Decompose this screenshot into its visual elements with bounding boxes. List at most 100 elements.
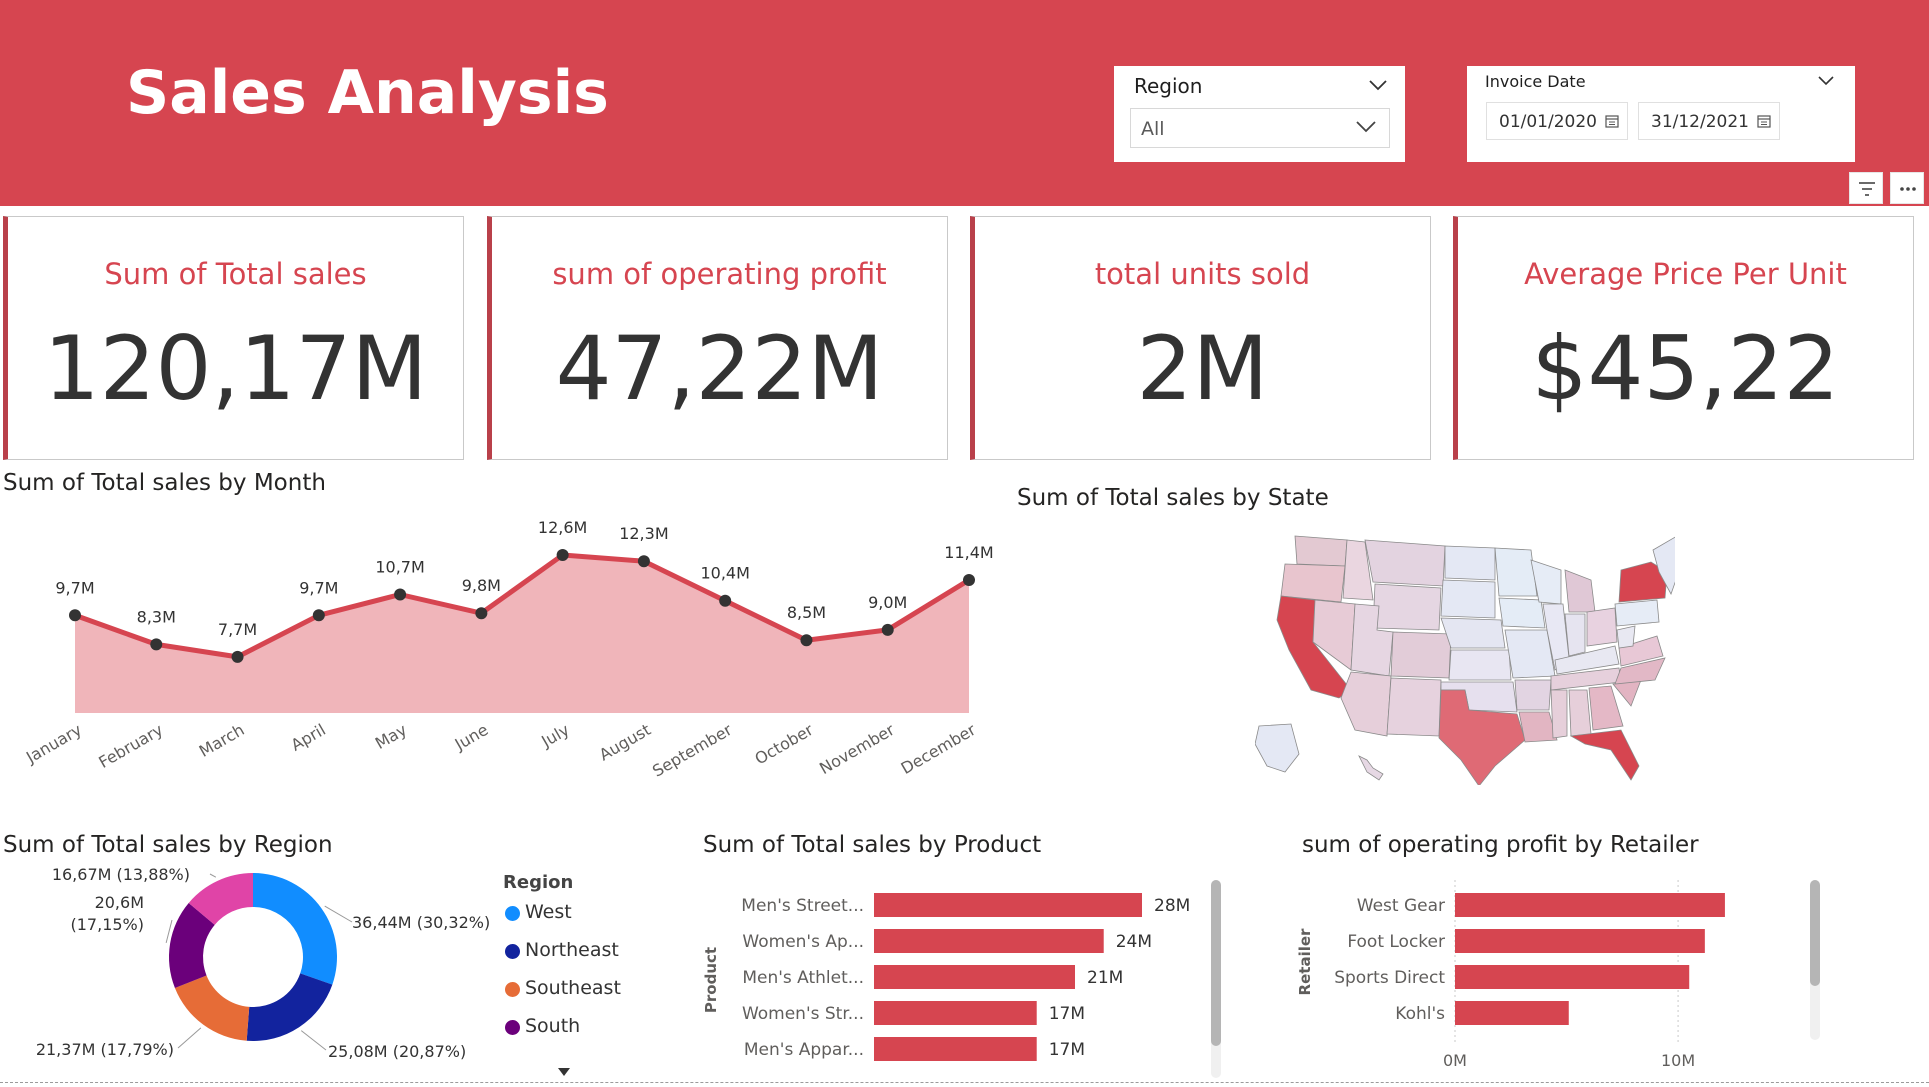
region-dropdown[interactable]: All [1130, 108, 1390, 148]
state-indiana[interactable] [1564, 613, 1586, 657]
retailer-scrollbar[interactable] [1810, 880, 1820, 1040]
donut-slice-northeast[interactable] [246, 973, 333, 1041]
kpi-card-operating-profit[interactable]: sum of operating profit 47,22M [487, 216, 948, 460]
kpi-value: 120,17M [43, 317, 428, 420]
retailer-bar-chart[interactable]: Retailer West Gear Foot Locker Sports Direc… [1290, 872, 1810, 1072]
data-label: 7,7M [218, 620, 257, 639]
y-axis-title: Retailer [1296, 928, 1314, 995]
bar[interactable] [874, 929, 1104, 953]
y-tick-label: Women's Ap... [742, 932, 864, 952]
data-label: 11,4M [944, 543, 993, 562]
bar[interactable] [1455, 929, 1705, 953]
state-michigan[interactable] [1564, 569, 1596, 613]
retailer-scroll-thumb[interactable] [1810, 880, 1820, 986]
donut-slice-southeast[interactable] [174, 975, 250, 1041]
state-louisiana[interactable] [1518, 711, 1558, 743]
data-point[interactable] [800, 634, 813, 647]
data-point[interactable] [556, 549, 569, 561]
data-point[interactable] [637, 555, 650, 568]
legend-swatch [505, 982, 520, 997]
state-colorado[interactable] [1390, 631, 1452, 679]
bar[interactable] [1455, 1001, 1569, 1025]
region-legend: Region West Northeast Southeast South [503, 872, 621, 1051]
legend-item-west[interactable]: West [503, 899, 573, 937]
state-wisconsin[interactable] [1530, 559, 1562, 605]
data-point[interactable] [150, 638, 163, 651]
state-south-dakota[interactable] [1440, 579, 1496, 619]
start-date-input[interactable]: 01/01/2020 [1486, 102, 1628, 140]
more-options-button[interactable] [1890, 172, 1924, 204]
bar[interactable] [874, 1001, 1037, 1025]
state-new-mexico[interactable] [1386, 677, 1442, 737]
data-point[interactable] [963, 573, 975, 586]
donut-data-label: 21,37M (17,79%) [36, 1040, 174, 1059]
data-point[interactable] [312, 609, 325, 622]
product-scrollbar[interactable] [1211, 880, 1221, 1078]
calendar-icon[interactable] [1757, 113, 1771, 132]
state-arkansas[interactable] [1514, 679, 1552, 711]
data-label: 12,3M [619, 524, 668, 543]
region-slicer[interactable]: Region All [1114, 66, 1405, 162]
state-minnesota[interactable] [1494, 547, 1538, 597]
end-date-input[interactable]: 31/12/2021 [1638, 102, 1780, 140]
data-point[interactable] [881, 623, 894, 636]
state-georgia[interactable] [1588, 685, 1624, 731]
chevron-down-icon[interactable] [1817, 72, 1835, 91]
data-point[interactable] [231, 650, 244, 663]
bar[interactable] [874, 1037, 1037, 1061]
state-iowa[interactable] [1498, 597, 1546, 629]
state-mississippi[interactable] [1550, 689, 1568, 739]
legend-item-south[interactable]: South [503, 1013, 580, 1051]
region-slicer-label: Region [1134, 74, 1203, 98]
bar[interactable] [874, 893, 1142, 917]
state-ohio[interactable] [1586, 607, 1618, 647]
state-wyoming[interactable] [1372, 583, 1442, 631]
donut-data-label: (17,15%) [71, 915, 145, 934]
state-montana[interactable] [1364, 539, 1446, 587]
invoice-date-label: Invoice Date [1485, 72, 1586, 91]
kpi-card-avg-price[interactable]: Average Price Per Unit $45,22 [1453, 216, 1914, 460]
us-state-map[interactable] [1255, 530, 1675, 785]
state-florida[interactable] [1569, 729, 1640, 781]
legend-item-northeast[interactable]: Northeast [503, 937, 619, 975]
state-arizona[interactable] [1340, 671, 1392, 737]
legend-scroll-down-icon[interactable] [556, 1062, 572, 1081]
month-area-chart[interactable]: 9,7M January 8,3M February 7,7M March 9,7M Apri… [0, 505, 1000, 790]
bar[interactable] [1455, 965, 1690, 989]
region-donut-chart[interactable]: 36,44M (30,32%) 25,08M (20,87%) 21,37M (17… [0, 860, 500, 1082]
x-tick-label: April [288, 720, 329, 755]
kpi-card-units-sold[interactable]: total units sold 2M [970, 216, 1431, 460]
filter-button[interactable] [1849, 172, 1883, 204]
state-kansas[interactable] [1448, 649, 1512, 681]
chevron-down-icon[interactable] [1368, 76, 1388, 95]
bar[interactable] [874, 965, 1075, 989]
y-tick-label: Foot Locker [1347, 932, 1445, 952]
product-bar-chart[interactable]: Product Men's Street... 28M Women's Ap... 24… [690, 872, 1210, 1072]
x-tick-label: July [537, 720, 572, 751]
state-pennsylvania[interactable] [1614, 599, 1660, 627]
state-hawaii[interactable] [1358, 755, 1384, 781]
state-west-virginia[interactable] [1616, 625, 1636, 649]
state-north-dakota[interactable] [1444, 545, 1496, 581]
data-point[interactable] [475, 607, 488, 620]
kpi-card-total-sales[interactable]: Sum of Total sales 120,17M [3, 216, 464, 460]
state-alaska[interactable] [1255, 723, 1300, 773]
bar-data-label: 21M [1087, 968, 1123, 988]
calendar-icon[interactable] [1605, 113, 1619, 132]
legend-item-southeast[interactable]: Southeast [503, 975, 621, 1013]
chevron-down-icon[interactable] [1355, 119, 1377, 138]
data-point[interactable] [69, 609, 81, 622]
bar[interactable] [1455, 893, 1725, 917]
data-point[interactable] [394, 588, 407, 601]
state-washington[interactable] [1294, 535, 1348, 567]
state-missouri[interactable] [1504, 629, 1556, 679]
state-nebraska[interactable] [1440, 617, 1506, 649]
donut-slice-west[interactable] [253, 873, 337, 985]
state-alabama[interactable] [1568, 689, 1592, 737]
data-point[interactable] [719, 594, 732, 607]
invoice-date-slicer[interactable]: Invoice Date 01/01/2020 31/12/2021 [1467, 66, 1855, 162]
product-chart-title: Sum of Total sales by Product [703, 832, 1042, 858]
product-scroll-thumb[interactable] [1211, 880, 1221, 1046]
state-oregon[interactable] [1280, 563, 1346, 603]
x-tick-label: 10M [1661, 1051, 1695, 1070]
